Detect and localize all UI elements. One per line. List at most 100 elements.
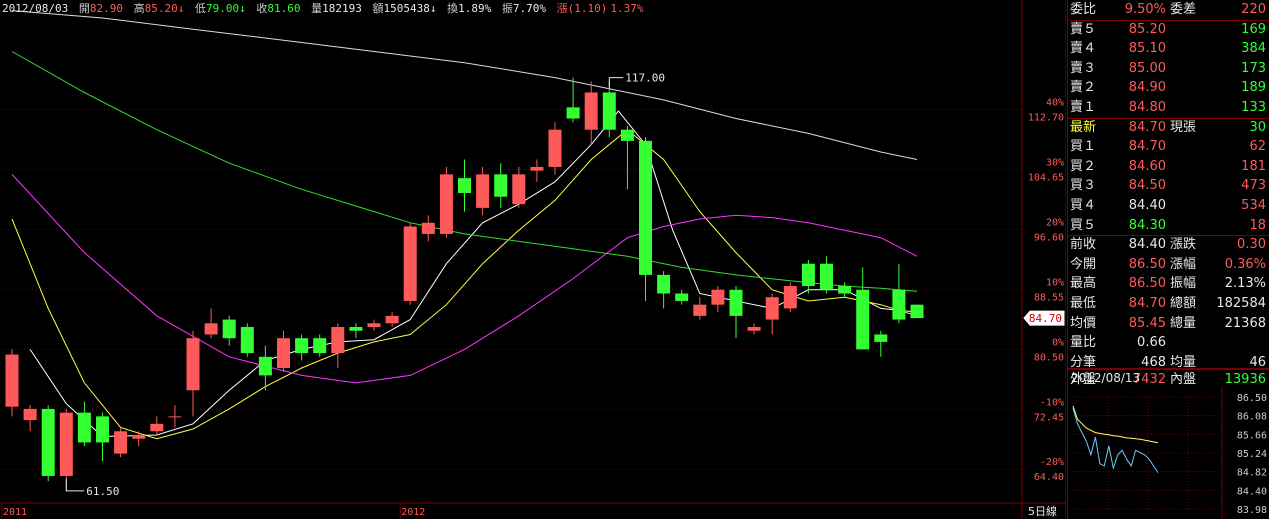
quote-value: 86.50 [1128,256,1166,272]
candle-body [59,412,73,476]
quote-value: 84.50 [1128,178,1166,194]
candle-body [801,263,815,287]
quote-value: 2.13% [1224,276,1266,292]
quote-row: 賣４ 85.10 384 [1068,39,1269,59]
candle-body [693,304,707,316]
y-tick-label: 96.60 [1034,232,1064,243]
quote-panel: 委比 9.50% 委差 220 賣５ 85.20 169 賣４ 85.10 384 賣３ 85.00 1… [1067,0,1269,387]
quote-label: 均價 [1070,315,1097,331]
quote-value: 30 [1249,119,1266,135]
info-turnover: 換1.89% [447,2,492,15]
quote-row: 最低 84.70 總額 182584 [1068,294,1269,314]
candle-body [476,174,490,208]
low-marker-line [65,478,85,492]
quote-label: 買２ [1070,158,1097,174]
quote-row: 前收 84.40 漲跌 0.30 [1068,235,1269,255]
mini-y-label: 84.40 [1237,486,1267,497]
candle-body [313,338,327,354]
quote-row: 賣５ 85.20 169 [1068,20,1269,40]
quote-label: 漲跌 [1170,237,1197,253]
quote-row: 買５ 84.30 18 [1068,216,1269,236]
quote-value: 384 [1241,41,1266,57]
quote-value: 85.10 [1128,41,1166,57]
quote-label: 賣４ [1070,41,1097,57]
quote-row: 買３ 84.50 473 [1068,176,1269,196]
y-tick-label: 88.55 [1034,292,1064,303]
candlestick-chart[interactable]: 40% 112.70 30% 104.65 20% 96.60 10% 88.55 0% 80.5… [0,0,1066,518]
quote-row: 賣１ 84.80 133 [1068,98,1269,118]
quote-row: 買２ 84.60 181 [1068,157,1269,177]
quote-label: 賣３ [1070,60,1097,76]
quote-row: 買１ 84.70 62 [1068,137,1269,157]
candle-body [150,423,164,432]
quote-value: 85.00 [1128,60,1166,76]
quote-row: 今開 86.50 漲幅 0.36% [1068,255,1269,275]
candle-body [168,416,182,418]
quote-value: 181 [1241,158,1266,174]
quote-value: 169 [1241,21,1266,37]
quote-row: 買４ 84.40 534 [1068,196,1269,216]
current-price-label: 84.70 [1029,312,1062,325]
quote-value: 85.20 [1128,21,1166,37]
quote-label: 前收 [1070,237,1097,253]
quote-label: 總量 [1170,315,1197,331]
quote-value: 84.90 [1128,80,1166,96]
quote-value: 0.30 [1237,237,1266,253]
candle-body [258,356,272,376]
quote-label: 總額 [1170,296,1197,311]
quote-label: 買４ [1070,198,1097,213]
candle-body [494,174,508,197]
quote-label: 委差 [1170,2,1197,17]
candle-body [729,289,743,316]
candle-body [856,289,870,350]
candle-body [602,92,616,130]
quote-row: 賣２ 84.90 189 [1068,78,1269,98]
candle-body [512,174,526,205]
low-marker-label: 61.50 [86,485,119,498]
candle-body [874,334,888,342]
info-close: 收81.60 [256,2,301,15]
quote-value: 85.45 [1128,315,1166,331]
x-tick-label: 2011 [3,507,27,518]
candle-body [620,129,634,141]
info-low: 低79.00↓ [194,2,246,15]
quote-value: 220 [1241,2,1266,17]
candle-body [439,174,453,234]
quote-label: 漲幅 [1170,256,1197,272]
intraday-mini-chart[interactable]: 86.50 86.08 85.66 85.24 84.82 84.40 83.98 2012… [1067,368,1269,519]
candle-body [367,323,381,328]
quote-value: 534 [1241,198,1266,213]
high-marker-line [608,77,624,88]
quote-value: 133 [1241,100,1266,115]
quote-label: 振幅 [1170,276,1197,292]
quote-value: 0.66 [1137,335,1166,351]
y-tick-pct: -10% [1040,397,1064,408]
quote-label: 買５ [1070,217,1097,233]
info-date: 2012/08/03 [2,2,69,15]
quote-value: 84.80 [1128,100,1166,115]
y-tick-label: 104.65 [1028,173,1064,184]
mini-y-label: 85.66 [1237,430,1267,441]
candle-body [910,304,924,319]
quote-label: 最高 [1070,276,1097,292]
quote-row: 量比 0.66 [1068,333,1269,353]
y-tick-label: 112.70 [1028,113,1064,124]
quote-value: 84.60 [1128,158,1166,174]
y-tick-pct: -20% [1040,457,1064,468]
quote-value: 18 [1249,217,1266,233]
candle-body [295,338,309,354]
quote-value: 473 [1241,178,1266,194]
mini-chart-date: 2012/08/13 [1071,371,1141,385]
candle-body [838,286,852,294]
quote-value: 84.70 [1128,139,1166,155]
y-tick-pct: 10% [1046,277,1064,288]
quote-label: 最低 [1070,296,1097,311]
period-label: 5日線 [1028,504,1057,518]
candle-body [385,315,399,324]
quote-label: 量比 [1070,335,1097,351]
candle-body [186,338,200,391]
quote-label: 委比 [1070,2,1097,17]
quote-value: 189 [1241,80,1266,96]
candle-body [566,107,580,119]
info-open: 開82.90 [78,2,123,15]
